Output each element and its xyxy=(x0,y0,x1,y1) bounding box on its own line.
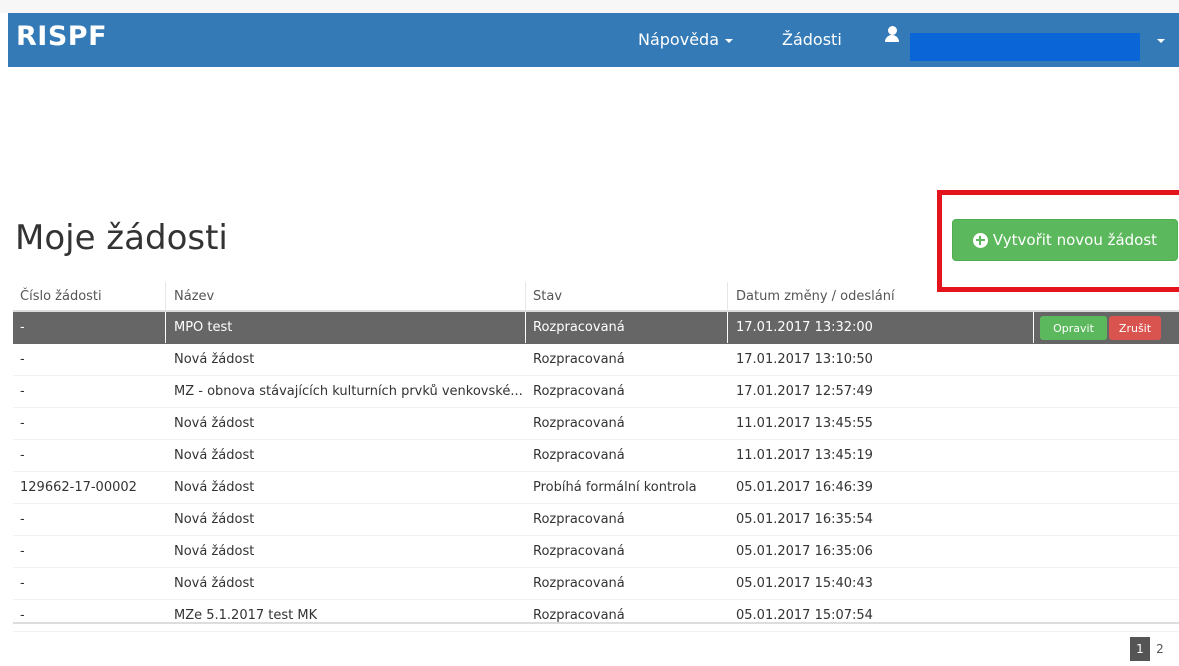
table-row[interactable]: - Nová žádost Rozpracovaná 17.01.2017 13… xyxy=(13,344,1179,376)
row-divider xyxy=(727,312,728,343)
table-row[interactable]: - Nová žádost Rozpracovaná 11.01.2017 13… xyxy=(13,440,1179,472)
plus-circle-icon xyxy=(972,232,988,248)
cell-name: Nová žádost xyxy=(174,512,255,527)
pagination: 1 2 xyxy=(1130,637,1170,661)
table-row[interactable]: - MZe 5.1.2017 test MK Rozpracovaná 05.0… xyxy=(13,600,1179,632)
nav-requests-link[interactable]: Žádosti xyxy=(782,30,842,49)
cell-status: Rozpracovaná xyxy=(533,320,625,335)
cell-date: 17.01.2017 12:57:49 xyxy=(736,384,873,399)
header-divider xyxy=(165,282,166,310)
top-strip xyxy=(0,0,1179,13)
user-name-redacted[interactable] xyxy=(910,33,1140,61)
cell-number: - xyxy=(20,608,25,623)
cell-name: MZ - obnova stávajících kulturních prvků… xyxy=(174,384,523,399)
header-date[interactable]: Datum změny / odeslání xyxy=(736,289,895,304)
brand-logo[interactable]: RISPF xyxy=(16,21,107,52)
table-row[interactable]: - Nová žádost Rozpracovaná 05.01.2017 16… xyxy=(13,504,1179,536)
cell-date: 11.01.2017 13:45:19 xyxy=(736,448,873,463)
cell-date: 17.01.2017 13:32:00 xyxy=(736,320,873,335)
cancel-button[interactable]: Zrušit xyxy=(1109,316,1161,340)
cell-status: Rozpracovaná xyxy=(533,416,625,431)
nav-help-dropdown[interactable]: Nápověda xyxy=(638,30,733,49)
cell-date: 05.01.2017 15:07:54 xyxy=(736,608,873,623)
user-menu-chevron-down-icon[interactable] xyxy=(1157,39,1165,43)
header-number[interactable]: Číslo žádosti xyxy=(20,289,102,304)
requests-table: Číslo žádosti Název Stav Datum změny / o… xyxy=(13,282,1179,632)
row-divider xyxy=(525,312,526,343)
table-row[interactable]: - Nová žádost Rozpracovaná 05.01.2017 16… xyxy=(13,536,1179,568)
user-icon-body xyxy=(885,35,899,42)
page-link-1[interactable]: 1 xyxy=(1130,637,1150,661)
cell-status: Rozpracovaná xyxy=(533,544,625,559)
cell-status: Rozpracovaná xyxy=(533,384,625,399)
table-bottom-border xyxy=(13,622,1179,624)
cell-status: Rozpracovaná xyxy=(533,576,625,591)
cell-name: MPO test xyxy=(174,320,233,335)
create-request-button[interactable]: Vytvořit novou žádost xyxy=(952,219,1178,261)
cell-date: 05.01.2017 16:46:39 xyxy=(736,480,873,495)
header-status[interactable]: Stav xyxy=(533,289,562,304)
cell-name: Nová žádost xyxy=(174,480,255,495)
user-icon[interactable] xyxy=(884,26,900,44)
cell-status: Rozpracovaná xyxy=(533,352,625,367)
cell-date: 11.01.2017 13:45:55 xyxy=(736,416,873,431)
page-title: Moje žádosti xyxy=(15,218,228,258)
table-row[interactable]: - Nová žádost Rozpracovaná 05.01.2017 15… xyxy=(13,568,1179,600)
nav-help-label: Nápověda xyxy=(638,30,719,49)
cell-date: 17.01.2017 13:10:50 xyxy=(736,352,873,367)
chevron-down-icon xyxy=(725,38,733,43)
cell-number: 129662-17-00002 xyxy=(20,480,137,495)
cell-number: - xyxy=(20,352,25,367)
cell-date: 05.01.2017 16:35:54 xyxy=(736,512,873,527)
cell-number: - xyxy=(20,544,25,559)
cell-name: Nová žádost xyxy=(174,448,255,463)
cell-name: MZe 5.1.2017 test MK xyxy=(174,608,318,623)
cell-status: Rozpracovaná xyxy=(533,608,625,623)
row-divider xyxy=(1033,312,1034,343)
cell-number: - xyxy=(20,320,25,335)
table-row[interactable]: - MPO test Rozpracovaná 17.01.2017 13:32… xyxy=(13,312,1179,344)
header-divider xyxy=(525,282,526,310)
cell-number: - xyxy=(20,448,25,463)
header-divider xyxy=(727,282,728,310)
cell-number: - xyxy=(20,416,25,431)
cell-date: 05.01.2017 15:40:43 xyxy=(736,576,873,591)
table-header: Číslo žádosti Název Stav Datum změny / o… xyxy=(13,282,1179,312)
table-row[interactable]: - Nová žádost Rozpracovaná 11.01.2017 13… xyxy=(13,408,1179,440)
edit-button[interactable]: Opravit xyxy=(1040,316,1107,340)
navbar: RISPF Nápověda Žádosti xyxy=(8,13,1179,67)
table-row[interactable]: - MZ - obnova stávajících kulturních prv… xyxy=(13,376,1179,408)
cell-name: Nová žádost xyxy=(174,352,255,367)
user-icon-head xyxy=(888,26,897,35)
header-name[interactable]: Název xyxy=(174,289,214,304)
cell-name: Nová žádost xyxy=(174,416,255,431)
cell-number: - xyxy=(20,512,25,527)
row-divider xyxy=(165,312,166,343)
table-row[interactable]: 129662-17-00002 Nová žádost Probíhá form… xyxy=(13,472,1179,504)
cell-status: Rozpracovaná xyxy=(533,512,625,527)
cell-number: - xyxy=(20,576,25,591)
cell-date: 05.01.2017 16:35:06 xyxy=(736,544,873,559)
page-link-2[interactable]: 2 xyxy=(1150,637,1170,661)
cell-name: Nová žádost xyxy=(174,544,255,559)
cell-status: Rozpracovaná xyxy=(533,448,625,463)
create-request-label: Vytvořit novou žádost xyxy=(992,231,1158,249)
cell-name: Nová žádost xyxy=(174,576,255,591)
cell-number: - xyxy=(20,384,25,399)
cell-status: Probíhá formální kontrola xyxy=(533,480,697,495)
